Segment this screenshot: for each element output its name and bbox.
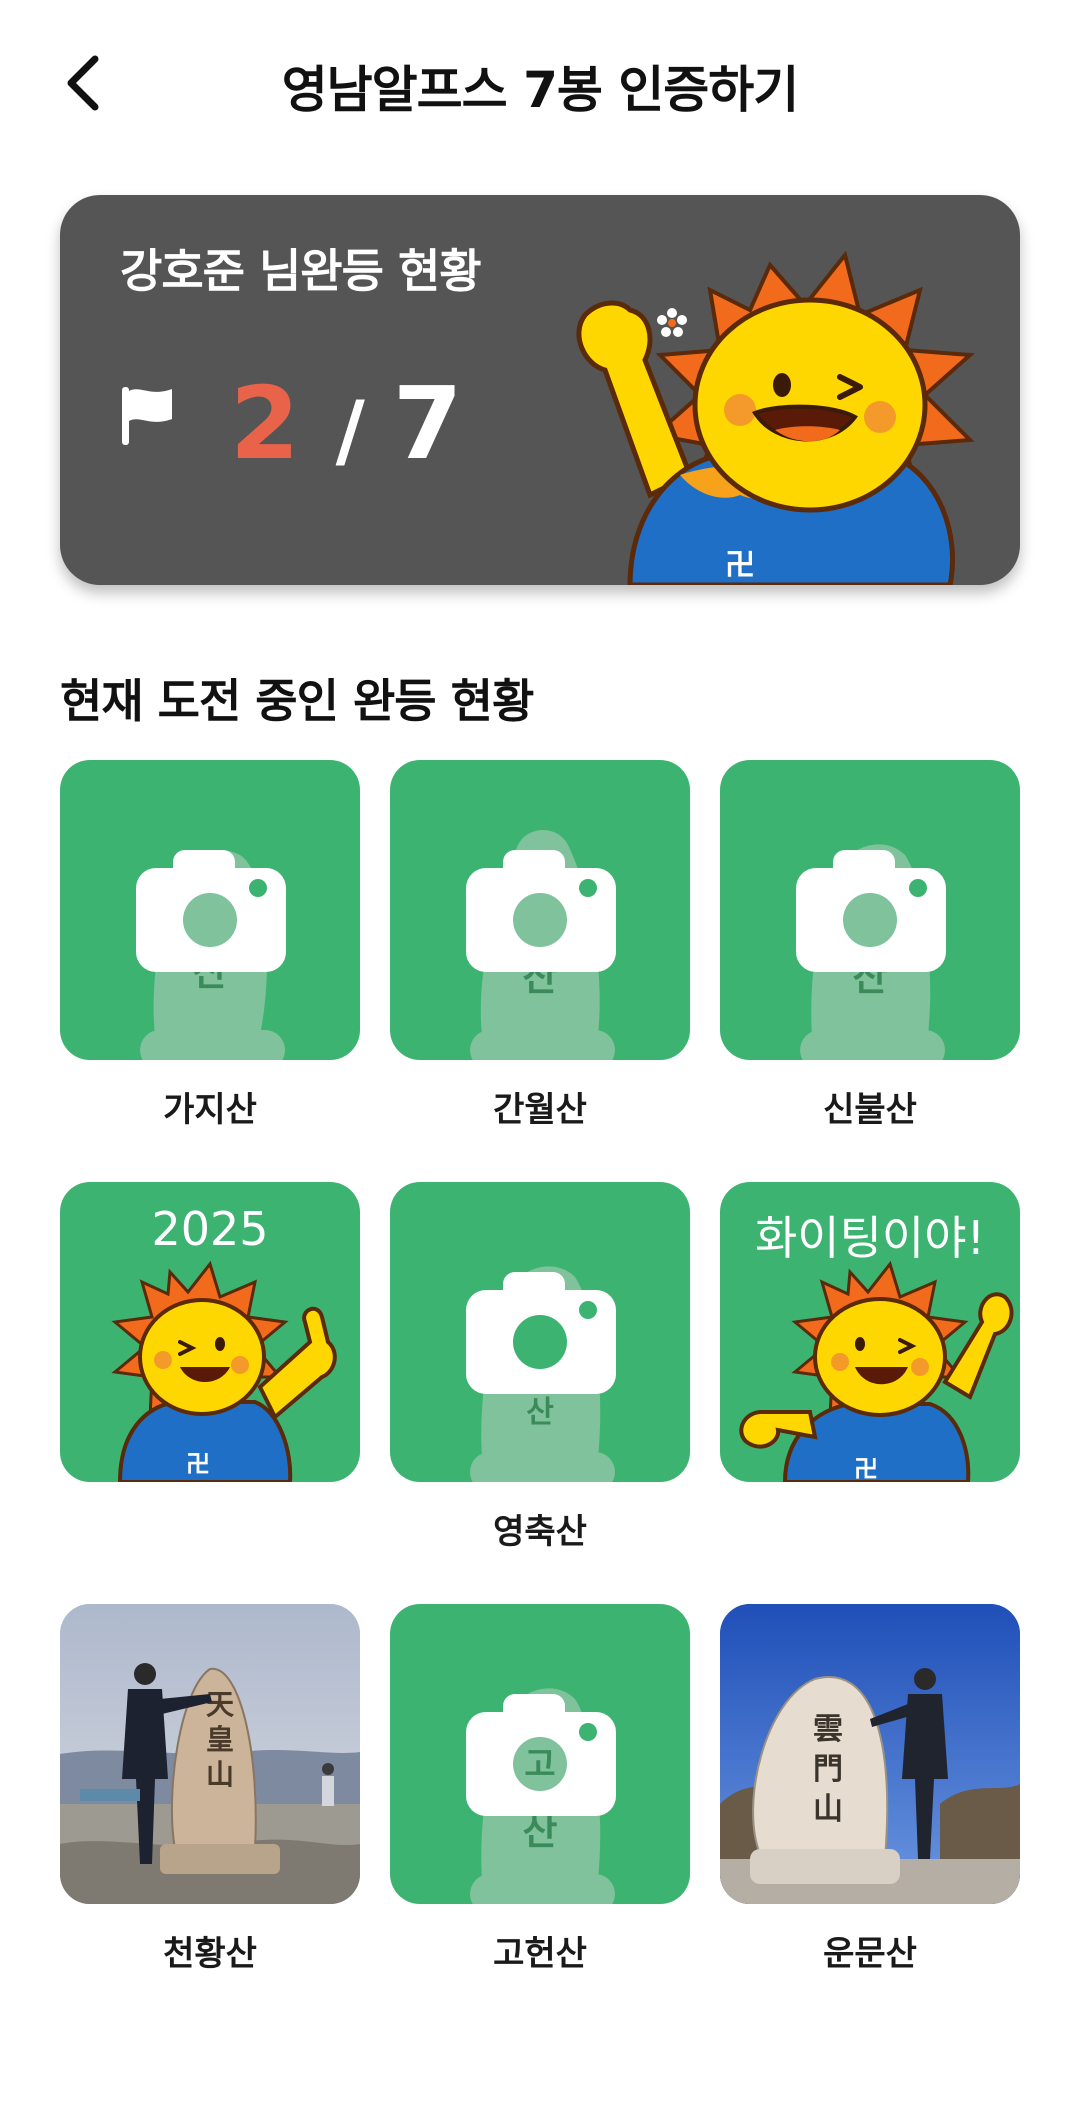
mountain-name: 천황산: [163, 1934, 257, 1974]
summit-photo-tile[interactable]: 雲 門 山: [720, 1604, 1020, 1904]
stone-char-2: 皇: [206, 1723, 234, 1756]
mascot-tile: 화이팅이야! 卍: [720, 1182, 1020, 1482]
mountain-name: 가지산: [163, 1090, 257, 1130]
photo-upload-tile[interactable]: 산: [720, 760, 1020, 1060]
photo-upload-tile[interactable]: 산 고: [390, 1604, 690, 1904]
page-title: 영남알프스 7봉 인증하기: [281, 61, 800, 119]
stone-char-1: 고: [524, 1745, 555, 1785]
thumbs-up-mascot-illustration: 卍: [111, 1260, 337, 1482]
section-title: 현재 도전 중인 완등 현황: [60, 674, 534, 728]
mountain-name: 고헌산: [493, 1934, 587, 1974]
completion-count: 2 / 7: [230, 365, 462, 482]
summit-photo: 天 皇 山: [60, 1604, 360, 1904]
summit-photo-tile[interactable]: 天 皇 山: [60, 1604, 360, 1904]
completion-summary-card: 강호준 님완등 현황 2 / 7 卍: [60, 195, 1020, 585]
total-count: 7: [392, 365, 463, 482]
stone-char-3: 山: [813, 1792, 843, 1827]
camera-icon: [136, 850, 286, 972]
summit-stone-placeholder: 산: [466, 830, 616, 1060]
summit-stone-placeholder: 산: [466, 1266, 616, 1482]
svg-text:卍: 卍: [186, 1450, 210, 1478]
completed-count: 2: [230, 365, 300, 482]
camera-icon: [796, 850, 946, 972]
camera-icon: [466, 1272, 616, 1394]
summit-stone-placeholder: 산: [796, 844, 946, 1060]
mascot-tile: 2025 卍: [60, 1182, 360, 1482]
mountain-name: 영축산: [493, 1512, 587, 1552]
mountain-name: 신불산: [823, 1090, 917, 1130]
stone-char-3: 산: [526, 1395, 554, 1430]
cheering-mascot-illustration: 卍: [739, 1260, 1014, 1482]
stone-char-1: 天: [206, 1688, 234, 1721]
camera-icon: 고: [466, 1694, 616, 1816]
svg-text:卍: 卍: [725, 548, 755, 583]
mountain-name: 간월산: [493, 1090, 587, 1130]
camera-icon: [466, 850, 616, 972]
sun-mascot-illustration: 卍: [576, 250, 975, 585]
summit-stone-placeholder: 가 산: [136, 850, 286, 1060]
stone-char-3: 山: [206, 1758, 234, 1791]
photo-upload-tile[interactable]: 산: [390, 1182, 690, 1482]
svg-text:卍: 卍: [854, 1455, 878, 1482]
photo-upload-tile[interactable]: 가 산: [60, 760, 360, 1060]
summit-stone-placeholder: 산 고: [466, 1688, 616, 1904]
stone-char-1: 雲: [813, 1712, 843, 1747]
flag-icon: [122, 387, 172, 445]
summit-photo: 雲 門 山: [720, 1604, 1020, 1904]
count-separator: /: [335, 384, 365, 477]
mountain-name: 운문산: [823, 1934, 917, 1974]
summary-title: 강호준 님완등 현황: [120, 244, 482, 298]
header: 영남알프스 7봉 인증하기: [0, 0, 1080, 170]
stone-char-2: 門: [813, 1752, 843, 1787]
photo-upload-tile[interactable]: 산: [390, 760, 690, 1060]
